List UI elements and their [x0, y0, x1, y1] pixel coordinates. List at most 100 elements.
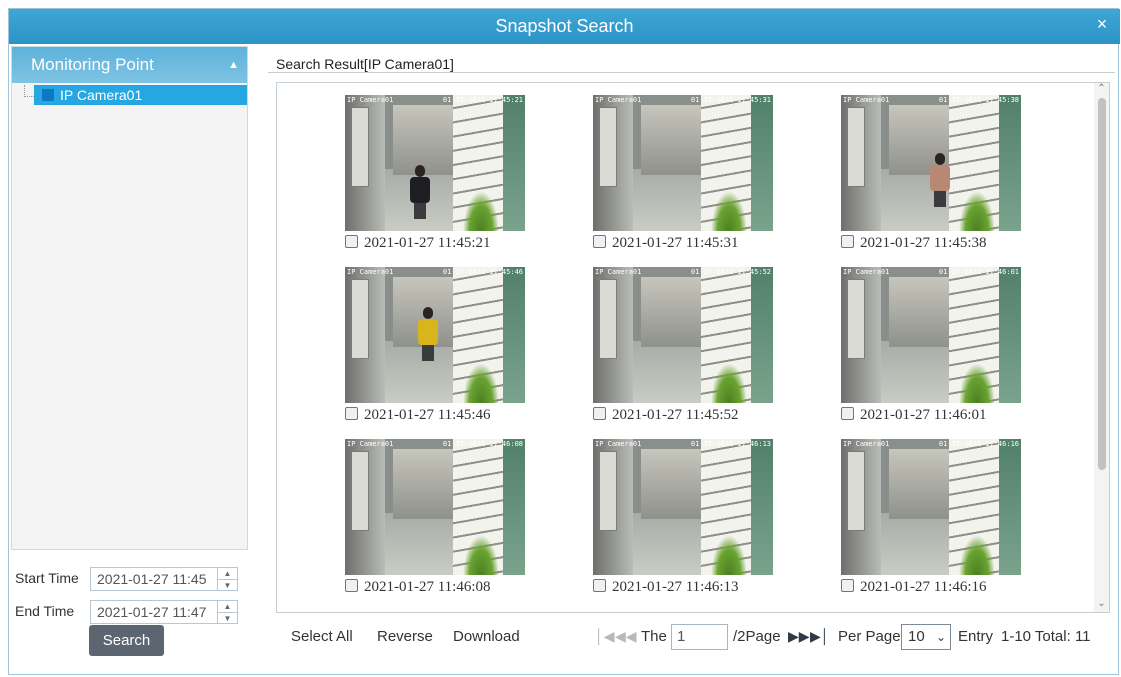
snapshot-item[interactable]: IP Camera01 01-27-2021 11:46:08 2021-01-27…: [345, 439, 525, 599]
per-page-select[interactable]: 10 ⌄: [901, 624, 951, 650]
snapshot-osd-time: 01-27-2021 11:45:46: [442, 268, 523, 276]
search-button[interactable]: Search: [89, 625, 164, 656]
snapshot-checkbox[interactable]: [841, 579, 854, 592]
snapshot-timestamp: 2021-01-27 11:46:16: [860, 579, 987, 595]
spin-down-icon[interactable]: ▼: [218, 612, 237, 623]
pagination-bar: Select All Reverse Download │◀ ◀◀ The 1 …: [268, 623, 1115, 651]
spin-down-icon[interactable]: ▼: [218, 579, 237, 590]
snapshot-caption: 2021-01-27 11:45:21: [345, 235, 491, 253]
snapshot-item[interactable]: IP Camera01 01-27-2021 11:45:46 2021-01-27…: [345, 267, 525, 427]
tree-item-ip-camera01[interactable]: IP Camera01: [34, 85, 247, 105]
download-button[interactable]: Download: [453, 628, 520, 645]
snapshot-image[interactable]: IP Camera01 01-27-2021 11:45:21: [345, 95, 525, 231]
next-page-icon[interactable]: ▶▶: [788, 628, 810, 645]
snapshot-checkbox[interactable]: [345, 235, 358, 248]
snapshot-osd-camera: IP Camera01: [843, 96, 890, 104]
snapshot-osd-camera: IP Camera01: [595, 268, 642, 276]
snapshot-timestamp: 2021-01-27 11:46:08: [364, 579, 491, 595]
snapshot-image[interactable]: IP Camera01 01-27-2021 11:45:46: [345, 267, 525, 403]
snapshot-image[interactable]: IP Camera01 01-27-2021 11:46:16: [841, 439, 1021, 575]
person-figure: [929, 153, 951, 207]
snapshot-osd-time: 01-27-2021 11:46:16: [938, 440, 1019, 448]
window-title: Snapshot Search: [495, 16, 634, 36]
snapshot-item[interactable]: IP Camera01 01-27-2021 11:45:21 2021-01-27…: [345, 95, 525, 255]
scroll-up-icon[interactable]: ⌃: [1094, 83, 1109, 97]
monitoring-point-title: Monitoring Point: [31, 55, 154, 74]
snapshot-timestamp: 2021-01-27 11:45:31: [612, 235, 739, 251]
start-time-value: 2021-01-27 11:45: [97, 571, 207, 587]
snapshot-osd-camera: IP Camera01: [347, 440, 394, 448]
snapshot-timestamp: 2021-01-27 11:45:52: [612, 407, 739, 423]
start-time-spinner[interactable]: ▲ ▼: [217, 568, 237, 590]
end-time-label: End Time: [15, 603, 75, 619]
first-page-icon[interactable]: │◀: [595, 628, 615, 645]
snapshot-osd-time: 01-27-2021 11:46:13: [690, 440, 771, 448]
per-page-label: Per Page: [838, 628, 901, 645]
snapshot-item[interactable]: IP Camera01 01-27-2021 11:46:13 2021-01-27…: [593, 439, 773, 599]
snapshot-results-grid: ⌃ ⌄ IP Camera01 01-27-2021 11:45:21 2021-0…: [276, 82, 1110, 613]
scrollbar-thumb[interactable]: [1098, 98, 1106, 470]
select-all-button[interactable]: Select All: [291, 628, 353, 645]
close-icon[interactable]: ×: [1092, 14, 1112, 36]
vertical-scrollbar[interactable]: ⌃ ⌄: [1094, 83, 1109, 612]
snapshot-image[interactable]: IP Camera01 01-27-2021 11:46:13: [593, 439, 773, 575]
chevron-up-icon[interactable]: ▲: [228, 47, 239, 83]
per-page-value: 10: [908, 628, 925, 645]
snapshot-caption: 2021-01-27 11:46:08: [345, 579, 491, 597]
snapshot-osd-camera: IP Camera01: [347, 268, 394, 276]
tree-connector: [24, 85, 34, 97]
entry-label: Entry: [958, 628, 994, 645]
end-time-spinner[interactable]: ▲ ▼: [217, 601, 237, 623]
person-figure: [409, 165, 431, 219]
snapshot-checkbox[interactable]: [593, 235, 606, 248]
page-prefix-label: The: [641, 628, 667, 645]
page-number-input[interactable]: 1: [671, 624, 728, 650]
snapshot-item[interactable]: IP Camera01 01-27-2021 11:45:52 2021-01-27…: [593, 267, 773, 427]
snapshot-osd-camera: IP Camera01: [347, 96, 394, 104]
snapshot-osd-time: 01-27-2021 11:46:01: [938, 268, 1019, 276]
snapshot-caption: 2021-01-27 11:45:31: [593, 235, 739, 253]
snapshot-image[interactable]: IP Camera01 01-27-2021 11:46:01: [841, 267, 1021, 403]
snapshot-item[interactable]: IP Camera01 01-27-2021 11:46:01 2021-01-27…: [841, 267, 1021, 427]
snapshot-checkbox[interactable]: [841, 407, 854, 420]
tree-item-label: IP Camera01: [60, 87, 143, 103]
snapshot-checkbox[interactable]: [345, 579, 358, 592]
snapshot-checkbox[interactable]: [593, 407, 606, 420]
spin-up-icon[interactable]: ▲: [218, 568, 237, 579]
snapshot-item[interactable]: IP Camera01 01-27-2021 11:46:16 2021-01-27…: [841, 439, 1021, 599]
snapshot-timestamp: 2021-01-27 11:45:46: [364, 407, 491, 423]
start-time-field[interactable]: 2021-01-27 11:45 ▲ ▼: [90, 567, 238, 591]
chevron-down-icon[interactable]: ⌄: [936, 625, 946, 649]
camera-node-icon: [42, 89, 54, 101]
snapshot-osd-time: 01-27-2021 11:45:38: [938, 96, 1019, 104]
snapshot-caption: 2021-01-27 11:46:16: [841, 579, 987, 597]
snapshot-caption: 2021-01-27 11:45:52: [593, 407, 739, 425]
last-page-icon[interactable]: ▶│: [810, 628, 830, 645]
spin-up-icon[interactable]: ▲: [218, 601, 237, 612]
snapshot-image[interactable]: IP Camera01 01-27-2021 11:45:31: [593, 95, 773, 231]
title-bar: Snapshot Search ×: [9, 9, 1120, 44]
snapshot-item[interactable]: IP Camera01 01-27-2021 11:45:31 2021-01-27…: [593, 95, 773, 255]
snapshot-osd-time: 01-27-2021 11:45:52: [690, 268, 771, 276]
snapshot-item[interactable]: IP Camera01 01-27-2021 11:45:38 2021-01-27…: [841, 95, 1021, 255]
snapshot-checkbox[interactable]: [345, 407, 358, 420]
snapshot-checkbox[interactable]: [841, 235, 854, 248]
reverse-button[interactable]: Reverse: [377, 628, 433, 645]
previous-page-icon[interactable]: ◀◀: [615, 628, 637, 645]
start-time-label: Start Time: [15, 570, 79, 586]
snapshot-checkbox[interactable]: [593, 579, 606, 592]
snapshot-osd-camera: IP Camera01: [595, 440, 642, 448]
divider: [268, 72, 1115, 73]
scroll-down-icon[interactable]: ⌄: [1094, 598, 1109, 612]
end-time-field[interactable]: 2021-01-27 11:47 ▲ ▼: [90, 600, 238, 624]
snapshot-caption: 2021-01-27 11:46:01: [841, 407, 987, 425]
person-figure: [417, 307, 439, 361]
snapshot-caption: 2021-01-27 11:45:38: [841, 235, 987, 253]
snapshot-osd-camera: IP Camera01: [843, 440, 890, 448]
monitoring-point-header[interactable]: Monitoring Point ▲: [12, 47, 247, 83]
snapshot-image[interactable]: IP Camera01 01-27-2021 11:45:38: [841, 95, 1021, 231]
snapshot-image[interactable]: IP Camera01 01-27-2021 11:45:52: [593, 267, 773, 403]
snapshot-caption: 2021-01-27 11:45:46: [345, 407, 491, 425]
end-time-value: 2021-01-27 11:47: [97, 604, 207, 620]
snapshot-image[interactable]: IP Camera01 01-27-2021 11:46:08: [345, 439, 525, 575]
